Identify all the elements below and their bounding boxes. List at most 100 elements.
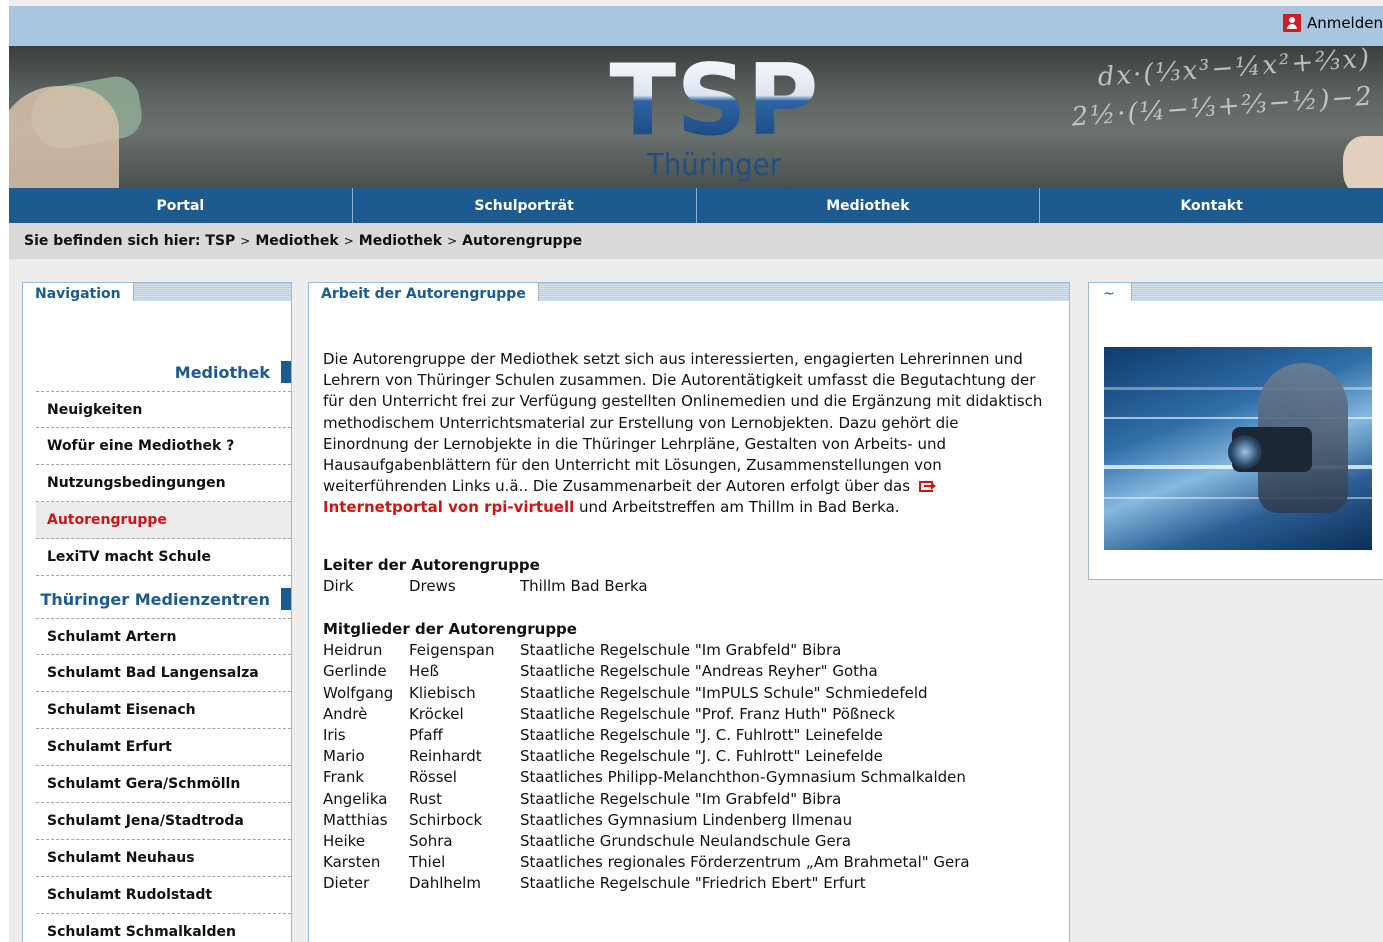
organization: Staatliches Gymnasium Lindenberg Ilmenau [520, 810, 853, 829]
nav-item-jena-stadtroda[interactable]: Schulamt Jena/Stadtroda [36, 803, 291, 840]
tab-kontakt[interactable]: Kontakt [1040, 188, 1383, 223]
nav-list-mediothek: Neuigkeiten Wofür eine Mediothek ? Nutzu… [36, 391, 291, 576]
first-name: Wolfgang [323, 683, 394, 702]
nav-section-mediothek[interactable]: Mediothek [175, 361, 291, 383]
external-link-icon[interactable] [918, 481, 936, 493]
last-name: Rust [409, 789, 442, 808]
member-row: Dieter Dahlhelm Staatliche Regelschule "Fr… [323, 873, 1063, 894]
content-header: Arbeit der Autorengruppe [309, 283, 1069, 305]
breadcrumb-tsp[interactable]: TSP [205, 233, 235, 249]
nav-item-schmalkalden[interactable]: Schulamt Schmalkalden [36, 914, 291, 942]
nav-item-neuhaus[interactable]: Schulamt Neuhaus [36, 840, 291, 877]
header-stripe [537, 283, 1069, 301]
last-name: Reinhardt [409, 747, 482, 766]
member-row: Karsten Thiel Staatliches regionales Förde… [323, 852, 1063, 873]
nav-section-label: Mediothek [174, 362, 270, 382]
breadcrumb: Sie befinden sich hier: TSP > Mediothek … [9, 223, 1383, 259]
nav-section-medienzentren[interactable]: Thüringer Medienzentren [40, 588, 291, 610]
main-navigation: Portal Schulporträt Mediothek Kontakt [9, 188, 1383, 223]
nav-item-nutzungsbedingungen[interactable]: Nutzungsbedingungen [36, 465, 291, 502]
tab-schulportraet[interactable]: Schulporträt [353, 188, 697, 223]
intro-tail: und Arbeitstreffen am Thillm in Bad Berk… [574, 498, 900, 517]
photographer-image[interactable] [1104, 347, 1372, 550]
navigation-box: Navigation Mediothek Neuigkeiten Wofür e… [22, 282, 292, 942]
article: Die Autorengruppe der Mediothek setzt si… [323, 349, 1063, 894]
intro-line: Hausaufgabenblättern für den Unterricht … [323, 456, 942, 475]
navigation-header: Navigation [23, 283, 291, 305]
leader-row: Dirk Drews Thillm Bad Berka [323, 576, 1063, 597]
last-name: Pfaff [409, 725, 443, 744]
organization: Staatliche Regelschule "Andreas Reyher" … [520, 662, 878, 681]
last-name: Schirbock [409, 810, 483, 829]
last-name: Heß [409, 662, 439, 681]
organization: Staatliche Regelschule "Prof. Franz Huth… [520, 704, 895, 723]
intro-paragraph: Die Autorengruppe der Mediothek setzt si… [323, 349, 1063, 519]
intro-line: Einordnung der Lernobjekte in die Thürin… [323, 434, 946, 453]
top-bar: Anmelden [9, 6, 1383, 46]
header-banner: dx·(⅓x³−¼x²+⅔x) 2½·(¼−⅓+⅔−½)−2 TSP Thüri… [9, 46, 1383, 188]
intro-line: methodischem Unterrichtsmaterial zur Ers… [323, 413, 959, 432]
nav-item-lexitv[interactable]: LexiTV macht Schule [36, 539, 291, 576]
side-title: ~ [1089, 283, 1131, 305]
breadcrumb-mediothek-2[interactable]: Mediothek [359, 233, 442, 249]
camera-lens [1228, 435, 1262, 469]
nav-item-wofuer[interactable]: Wofür eine Mediothek ? [36, 428, 291, 465]
page: Anmelden dx·(⅓x³−¼x²+⅔x) 2½·(¼−⅓+⅔−½)−2 … [9, 0, 1383, 942]
member-row: Gerlinde Heß Staatliche Regelschule "Andre… [323, 661, 1063, 682]
breadcrumb-mediothek[interactable]: Mediothek [255, 233, 338, 249]
organization: Thillm Bad Berka [520, 576, 648, 595]
intro-line: weiterführenden Links u.ä.. Die Zusammen… [323, 477, 911, 496]
navigation-title: Navigation [23, 283, 133, 305]
organization: Staatliche Regelschule "Im Grabfeld" Bib… [520, 641, 842, 660]
first-name: Heidrun [323, 641, 383, 660]
intro-line: für den Unterricht frei zur Verfügung ge… [323, 392, 1043, 411]
leader-heading: Leiter der Autorengruppe [323, 555, 540, 574]
member-row: Wolfgang Kliebisch Staatliche Regelschule … [323, 683, 1063, 704]
tab-portal[interactable]: Portal [9, 188, 353, 223]
nav-item-erfurt[interactable]: Schulamt Erfurt [36, 729, 291, 766]
last-name: Kröckel [409, 704, 464, 723]
organization: Staatliche Regelschule "J. C. Fuhlrott" … [520, 747, 883, 766]
member-row: Frank Rössel Staatliches Philipp-Melanchth… [323, 767, 1063, 788]
nav-item-rudolstadt[interactable]: Schulamt Rudolstadt [36, 877, 291, 914]
side-box: ~ [1088, 282, 1383, 580]
site-logo[interactable]: TSP Thüringer Schulportal [574, 56, 854, 188]
logo-letters: TSP [609, 56, 818, 138]
member-row: Heike Sohra Staatliche Grundschule Neuland… [323, 831, 1063, 852]
tab-mediothek[interactable]: Mediothek [697, 188, 1041, 223]
last-name: Rössel [409, 768, 457, 787]
intro-line: Lehrern von Thüringer Schulen zusammen. … [323, 371, 1036, 390]
first-name: Angelika [323, 789, 388, 808]
first-name: Karsten [323, 853, 381, 872]
breadcrumb-separator: > [447, 234, 458, 248]
organization: Staatliche Regelschule "ImPULS Schule" S… [520, 683, 928, 702]
chalk-formula: dx·(⅓x³−¼x²+⅔x) 2½·(¼−⅓+⅔−½)−2 [1070, 46, 1376, 133]
side-header: ~ [1089, 283, 1383, 305]
rpi-virtuell-link[interactable]: Internetportal von rpi-virtuell [323, 498, 574, 516]
last-name: Sohra [409, 831, 453, 850]
section-marker [281, 361, 291, 383]
organization: Staatliche Grundschule Neulandschule Ger… [520, 831, 852, 850]
breadcrumb-prefix: Sie befinden sich hier: [24, 233, 201, 249]
nav-item-artern[interactable]: Schulamt Artern [36, 618, 291, 655]
login-link[interactable]: Anmelden [1282, 14, 1383, 32]
nav-item-autorengruppe[interactable]: Autorengruppe [36, 502, 291, 539]
first-name: Dirk [323, 576, 354, 595]
intro-line: Die Autorengruppe der Mediothek setzt si… [323, 350, 1023, 368]
nav-item-gera-schmoelln[interactable]: Schulamt Gera/Schmölln [36, 766, 291, 803]
first-name: Andrè [323, 704, 368, 723]
first-name: Dieter [323, 874, 370, 893]
nav-item-bad-langensalza[interactable]: Schulamt Bad Langensalza [36, 655, 291, 692]
member-row: Angelika Rust Staatliche Regelschule "Im G… [323, 789, 1063, 810]
member-row: Iris Pfaff Staatliche Regelschule "J. C. F… [323, 725, 1063, 746]
nav-item-neuigkeiten[interactable]: Neuigkeiten [36, 391, 291, 428]
login-label: Anmelden [1306, 14, 1383, 32]
user-icon [1282, 14, 1301, 32]
header-stripe [132, 283, 291, 301]
tsp-logo-mark: TSP [609, 56, 818, 138]
breadcrumb-separator: > [240, 234, 251, 248]
first-name: Matthias [323, 810, 388, 829]
nav-item-eisenach[interactable]: Schulamt Eisenach [36, 692, 291, 729]
member-row: Heidrun Feigenspan Staatliche Regelschule … [323, 640, 1063, 661]
last-name: Drews [409, 576, 456, 595]
